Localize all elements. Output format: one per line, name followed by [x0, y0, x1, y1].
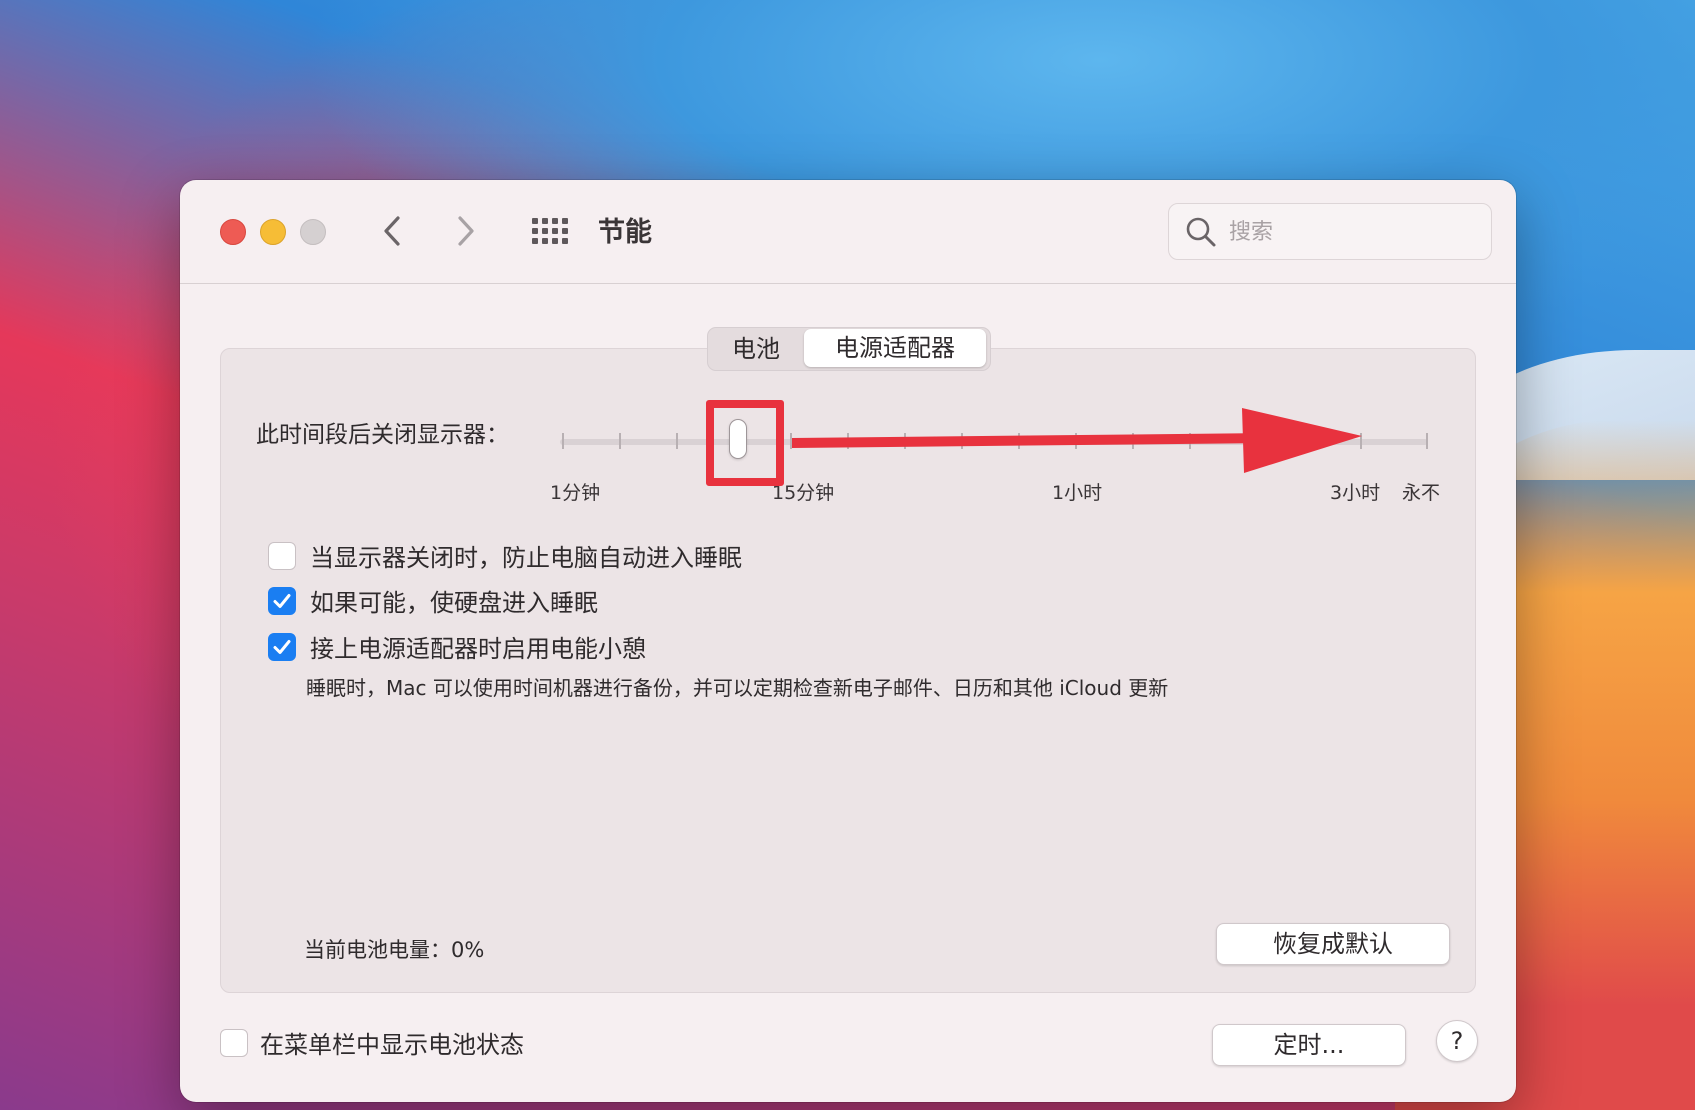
window-title: 节能	[598, 217, 652, 248]
chevron-right-icon[interactable]	[448, 210, 484, 252]
title-bar: 节能	[180, 180, 1516, 284]
prevent-sleep-label: 当显示器关闭时，防止电脑自动进入睡眠	[310, 544, 742, 572]
display-sleep-label: 此时间段后关闭显示器：	[256, 422, 509, 448]
checkmark-icon	[273, 594, 291, 608]
restore-defaults-button[interactable]: 恢复成默认	[1216, 923, 1450, 965]
zoom-button[interactable]	[300, 219, 326, 245]
power-source-tabs: 电池 电源适配器	[707, 327, 991, 371]
power-nap-label: 接上电源适配器时启用电能小憩	[310, 635, 646, 663]
help-button[interactable]: ?	[1436, 1020, 1478, 1062]
schedule-button[interactable]: 定时...	[1212, 1024, 1406, 1066]
tab-battery[interactable]: 电池	[708, 328, 804, 370]
tick-label-1-minute: 1分钟	[550, 482, 601, 504]
close-button[interactable]	[220, 219, 246, 245]
slider-tick	[619, 433, 621, 449]
annotation-highlight-box	[706, 400, 784, 486]
power-nap-checkbox[interactable]	[268, 633, 296, 661]
search-input[interactable]	[1227, 214, 1481, 250]
search-icon	[1186, 217, 1216, 247]
power-nap-description: 睡眠时，Mac 可以使用时间机器进行备份，并可以定期检查新电子邮件、日历和其他 …	[306, 676, 1169, 700]
checkmark-icon	[273, 640, 291, 654]
prevent-sleep-checkbox[interactable]	[268, 542, 296, 570]
slider-tick	[676, 433, 678, 449]
tick-label-1-hour: 1小时	[1052, 482, 1103, 504]
disk-sleep-label: 如果可能，使硬盘进入睡眠	[310, 589, 598, 617]
energy-saver-window: 节能 电池 电源适配器 此时间段后关闭显示器： 1分钟 15分钟 1小时 3小时…	[180, 180, 1516, 1102]
minimize-button[interactable]	[260, 219, 286, 245]
slider-tick	[562, 433, 564, 449]
slider-tick	[1426, 433, 1428, 449]
search-field[interactable]	[1168, 203, 1492, 260]
annotation-arrow-icon	[792, 408, 1362, 473]
grid-icon[interactable]	[530, 215, 570, 247]
tick-label-never: 永不	[1402, 482, 1441, 504]
menu-bar-battery-label: 在菜单栏中显示电池状态	[260, 1031, 524, 1059]
menu-bar-battery-checkbox[interactable]	[220, 1029, 248, 1057]
tick-label-3-hours: 3小时	[1330, 482, 1381, 504]
tab-power-adapter[interactable]: 电源适配器	[804, 329, 986, 367]
chevron-left-icon[interactable]	[376, 210, 412, 252]
disk-sleep-checkbox[interactable]	[268, 587, 296, 615]
battery-level-text: 当前电池电量：0%	[304, 938, 485, 962]
